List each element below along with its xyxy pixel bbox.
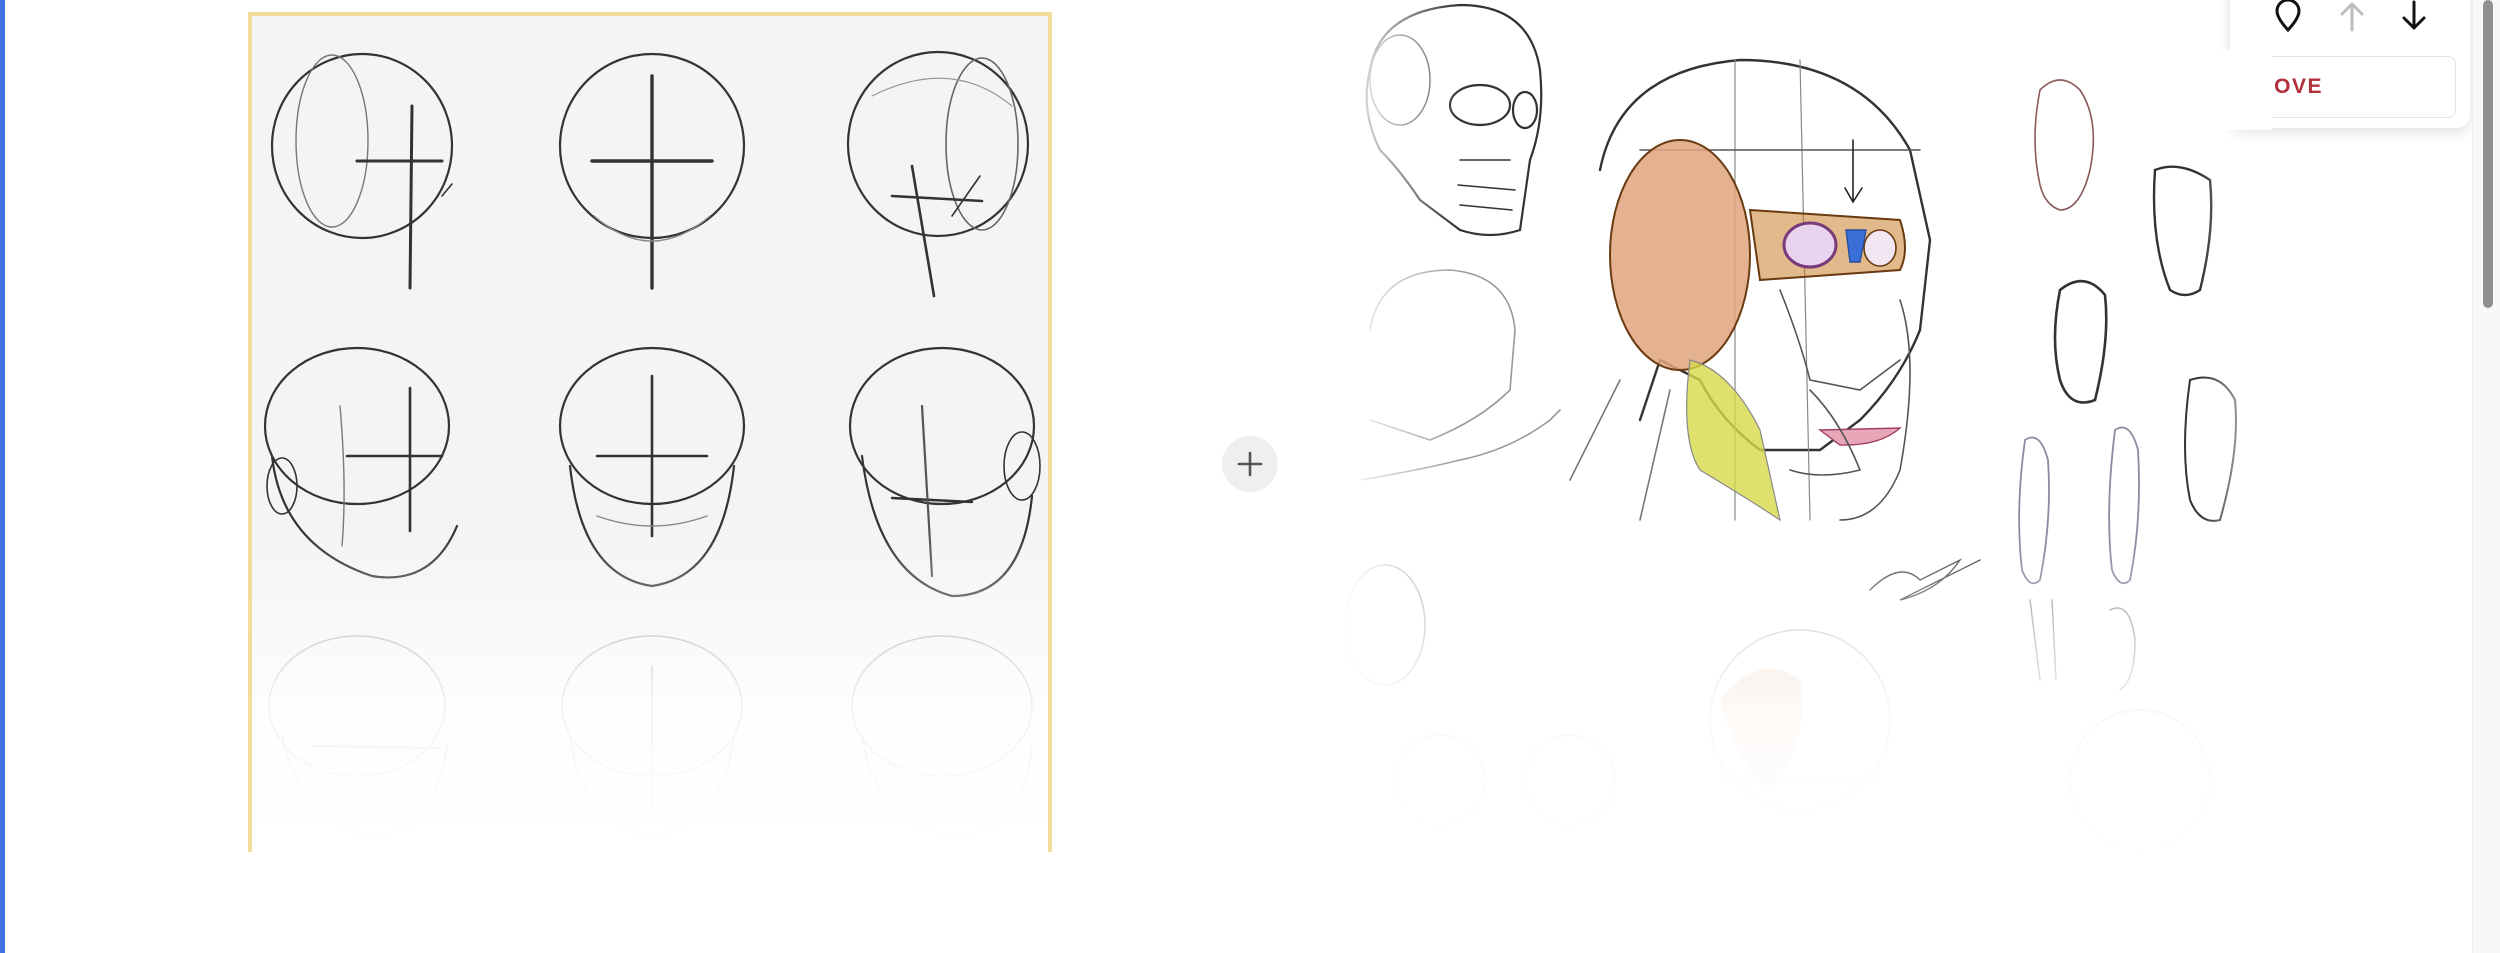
scrollbar-thumb[interactable] <box>2483 0 2493 308</box>
scrollbar[interactable] <box>2472 0 2500 953</box>
head-anatomy-and-ear-studies <box>1344 3 2237 851</box>
viewport: REMOVE <box>0 0 2500 953</box>
image-card-head-anatomy[interactable] <box>1340 0 2280 860</box>
head-construction-sketches <box>263 50 1041 837</box>
arrow-up-icon[interactable] <box>2334 0 2370 32</box>
remove-button[interactable]: REMOVE <box>2223 56 2456 118</box>
plus-icon <box>1237 451 1263 477</box>
arrow-down-icon[interactable] <box>2396 0 2432 32</box>
panel-overlap-mask <box>2180 50 2272 130</box>
action-icons <box>2270 0 2470 32</box>
window-edge-accent <box>0 0 5 953</box>
pin-icon[interactable] <box>2270 0 2306 32</box>
image-card-head-construction[interactable] <box>248 12 1052 852</box>
add-button[interactable] <box>1222 436 1278 492</box>
